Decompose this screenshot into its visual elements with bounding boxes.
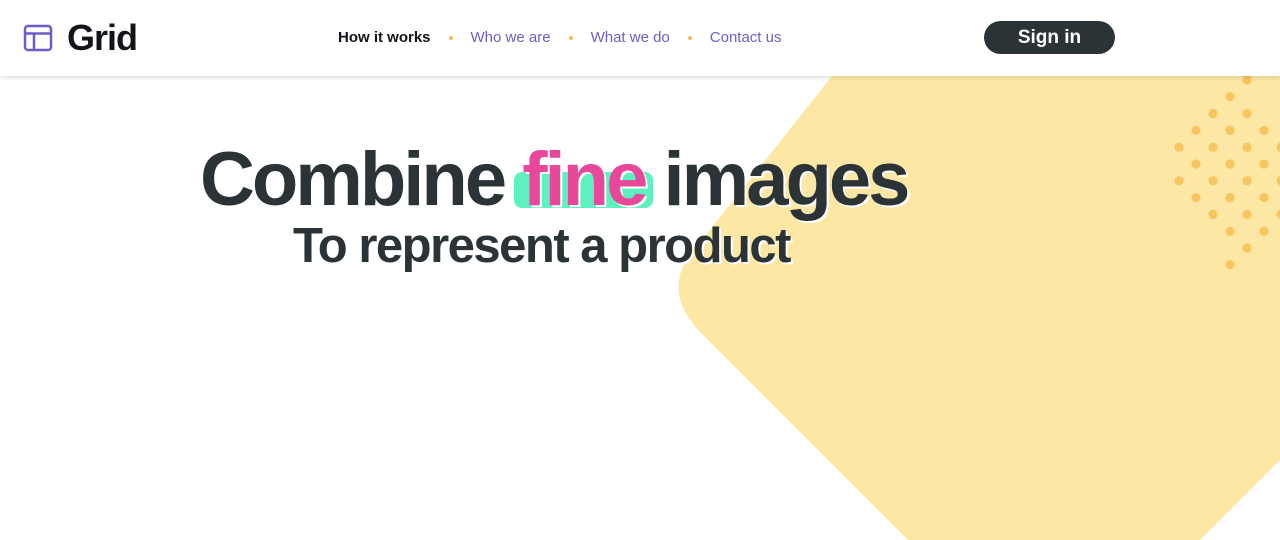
nav-what-we-do[interactable]: What we do — [591, 27, 670, 49]
hero-title-highlight: fine — [514, 137, 654, 222]
hero-title-word-images: images — [663, 137, 911, 222]
hero-section: Combine fine images To represent a produ… — [0, 76, 1280, 540]
nav-how-it-works[interactable]: How it works — [338, 27, 431, 49]
nav-separator-dot — [448, 36, 453, 40]
logo[interactable]: Grid — [23, 17, 138, 58]
nav-separator-dot — [687, 36, 692, 40]
hero-subtitle: To represent a product — [293, 219, 792, 273]
nav-contact-us[interactable]: Contact us — [710, 27, 782, 49]
nav-who-we-are[interactable]: Who we are — [471, 27, 551, 49]
hero-title-word-fine: fine — [522, 137, 648, 222]
nav-separator-dot — [568, 36, 573, 40]
main-nav: How it works Who we are What we do Conta… — [338, 27, 782, 49]
hero-title-word-combine: Combine — [200, 137, 507, 222]
logo-text: Grid — [67, 17, 138, 58]
page: Grid How it works Who we are What we do … — [0, 0, 1280, 540]
layout-icon — [23, 23, 53, 53]
hero-title: Combine fine images — [200, 138, 940, 222]
site-header: Grid How it works Who we are What we do … — [0, 0, 1280, 76]
sign-in-button[interactable]: Sign in — [984, 21, 1115, 54]
